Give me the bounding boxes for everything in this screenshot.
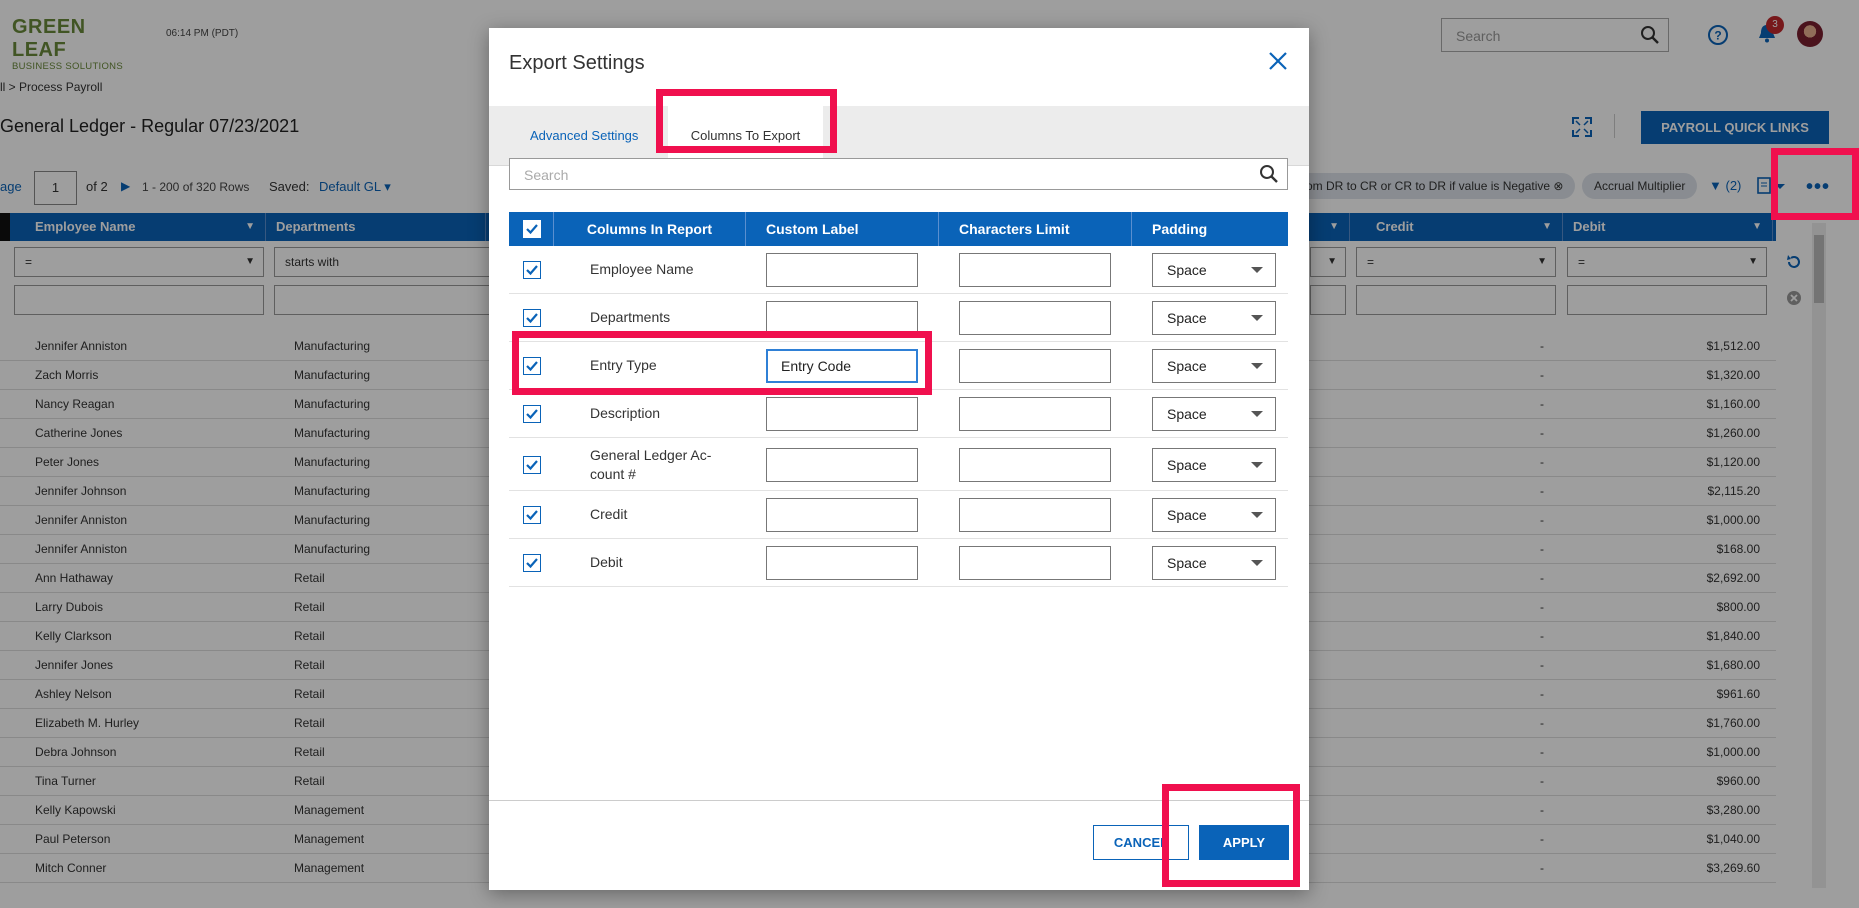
column-name: Departments [590, 309, 671, 325]
include-column-checkbox[interactable] [523, 261, 541, 279]
payroll-page: GREEN LEAF BUSINESS SOLUTIONS 06:14 PM (… [0, 0, 1859, 908]
characters-limit-input[interactable] [959, 349, 1111, 383]
chevron-down-icon [1251, 560, 1263, 566]
header-columns-in-report: Columns In Report [554, 212, 746, 246]
padding-value: Space [1167, 457, 1207, 473]
characters-limit-input[interactable] [959, 546, 1111, 580]
padding-value: Space [1167, 262, 1207, 278]
column-name: Debit [590, 554, 623, 570]
column-name: Employee Name [590, 261, 694, 277]
padding-select[interactable]: Space [1152, 301, 1276, 335]
column-row: Debit Space [509, 539, 1288, 587]
checkmark-icon [526, 510, 538, 521]
characters-limit-input[interactable] [959, 498, 1111, 532]
search-icon[interactable] [1259, 164, 1279, 184]
checkmark-icon [526, 265, 538, 276]
padding-select[interactable]: Space [1152, 253, 1276, 287]
custom-label-input[interactable] [766, 546, 918, 580]
padding-select[interactable]: Space [1152, 546, 1276, 580]
chevron-down-icon [1251, 512, 1263, 518]
custom-label-input[interactable] [766, 448, 918, 482]
padding-select[interactable]: Space [1152, 448, 1276, 482]
checkmark-icon [526, 558, 538, 569]
include-column-checkbox[interactable] [523, 506, 541, 524]
include-column-checkbox[interactable] [523, 554, 541, 572]
include-column-checkbox[interactable] [523, 309, 541, 327]
chevron-down-icon [1251, 363, 1263, 369]
column-search-input[interactable]: Search [509, 158, 1288, 190]
padding-value: Space [1167, 507, 1207, 523]
padding-select[interactable]: Space [1152, 397, 1276, 431]
column-row: Description Space [509, 390, 1288, 438]
search-placeholder: Search [524, 167, 569, 183]
padding-select[interactable]: Space [1152, 349, 1276, 383]
padding-value: Space [1167, 310, 1207, 326]
highlight-more-options [1771, 148, 1859, 220]
select-all-cell [509, 212, 554, 246]
checkmark-icon [526, 409, 538, 420]
column-name: Description [590, 405, 661, 421]
column-name: Credit [590, 506, 628, 522]
chevron-down-icon [1251, 315, 1263, 321]
header-padding: Padding [1152, 221, 1208, 237]
padding-value: Space [1167, 358, 1207, 374]
tab-advanced-settings[interactable]: Advanced Settings [530, 106, 638, 166]
padding-select[interactable]: Space [1152, 498, 1276, 532]
padding-value: Space [1167, 555, 1207, 571]
highlight-entry-type-row [512, 331, 932, 395]
chevron-down-icon [1251, 462, 1263, 468]
include-column-checkbox[interactable] [523, 405, 541, 423]
checkmark-icon [526, 460, 538, 471]
custom-label-input[interactable] [766, 301, 918, 335]
column-row: Employee Name Space [509, 246, 1288, 294]
select-all-checkbox[interactable] [523, 220, 541, 238]
highlight-columns-tab [656, 89, 837, 153]
chevron-down-icon [1251, 411, 1263, 417]
characters-limit-input[interactable] [959, 253, 1111, 287]
custom-label-input[interactable] [766, 498, 918, 532]
padding-value: Space [1167, 406, 1207, 422]
export-settings-dialog: Export Settings Advanced Settings Column… [489, 28, 1309, 890]
column-name: General Ledger Ac-count # [590, 447, 712, 482]
dialog-title: Export Settings [509, 52, 645, 74]
header-custom-label: Custom Label [746, 212, 939, 246]
columns-grid-header: Columns In Report Custom Label Character… [509, 212, 1288, 246]
dialog-tabs: Advanced Settings Columns To Export [489, 106, 1309, 167]
characters-limit-input[interactable] [959, 301, 1111, 335]
include-column-checkbox[interactable] [523, 456, 541, 474]
custom-label-input[interactable] [766, 253, 918, 287]
header-characters-limit: Characters Limit [939, 212, 1132, 246]
column-row: Credit Space [509, 491, 1288, 539]
characters-limit-input[interactable] [959, 448, 1111, 482]
column-row: General Ledger Ac-count # Space [509, 438, 1288, 491]
characters-limit-input[interactable] [959, 397, 1111, 431]
chevron-down-icon [1251, 267, 1263, 273]
custom-label-input[interactable] [766, 397, 918, 431]
close-icon[interactable] [1267, 50, 1289, 72]
checkmark-icon [526, 313, 538, 324]
highlight-apply-button [1162, 784, 1300, 887]
